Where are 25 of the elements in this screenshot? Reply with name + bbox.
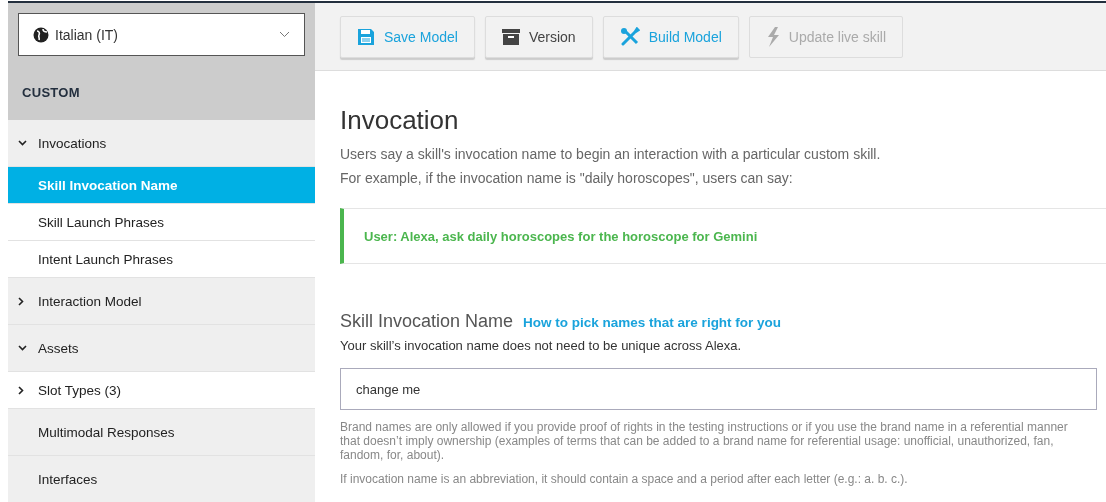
language-dropdown[interactable]: Italian (IT) [18, 13, 305, 56]
chevron-down-icon [279, 31, 290, 38]
intro-text: For example, if the invocation name is "daily horoscopes", users can say: [340, 169, 794, 188]
intro-text: Users say a skill's invocation name to begin an interaction with a particular custom skill. [340, 145, 882, 164]
sidebar-item[interactable]: Skill Launch Phrases [8, 204, 315, 241]
field-description: Your skill’s invocation name does not need to be unique across Alexa. [340, 338, 743, 353]
toolbar-button[interactable]: Version [484, 15, 593, 58]
invocation-name-field[interactable]: change me [340, 368, 1097, 410]
example-callout: User: Alexa, ask daily horoscopes for the horoscope for Gemini [340, 208, 1106, 264]
sidebar-item[interactable]: Intent Launch Phrases [8, 241, 315, 278]
tools-icon [619, 26, 640, 47]
field-title: Skill Invocation Name [340, 311, 514, 332]
chevron-down-icon [18, 140, 27, 146]
help-text: Brand names are only allowed if you provide proof of rights in the testing instructions or if you use the brand name in a referential manner that doesn’t imply ownership (examples of terms that can be added to a brand name for referential usage: unofficial, unauthorized, fan, fandom, for, about). [340, 420, 1069, 462]
box-icon [501, 28, 520, 45]
chevron-right-icon [18, 385, 24, 395]
chevron-down-icon [18, 345, 27, 351]
page-title: Invocation [340, 105, 460, 136]
globe-icon [33, 26, 49, 43]
help-text: If invocation name is an abbreviation, it should contain a space and a period after each letter (e.g.: a. b. c.). [340, 472, 909, 486]
section-heading: CUSTOM [22, 85, 81, 100]
chevron-right-icon [18, 296, 24, 306]
sidebar-item[interactable]: Slot Types (3) [8, 372, 315, 409]
save-icon [357, 27, 375, 46]
lightning-icon [765, 26, 780, 47]
